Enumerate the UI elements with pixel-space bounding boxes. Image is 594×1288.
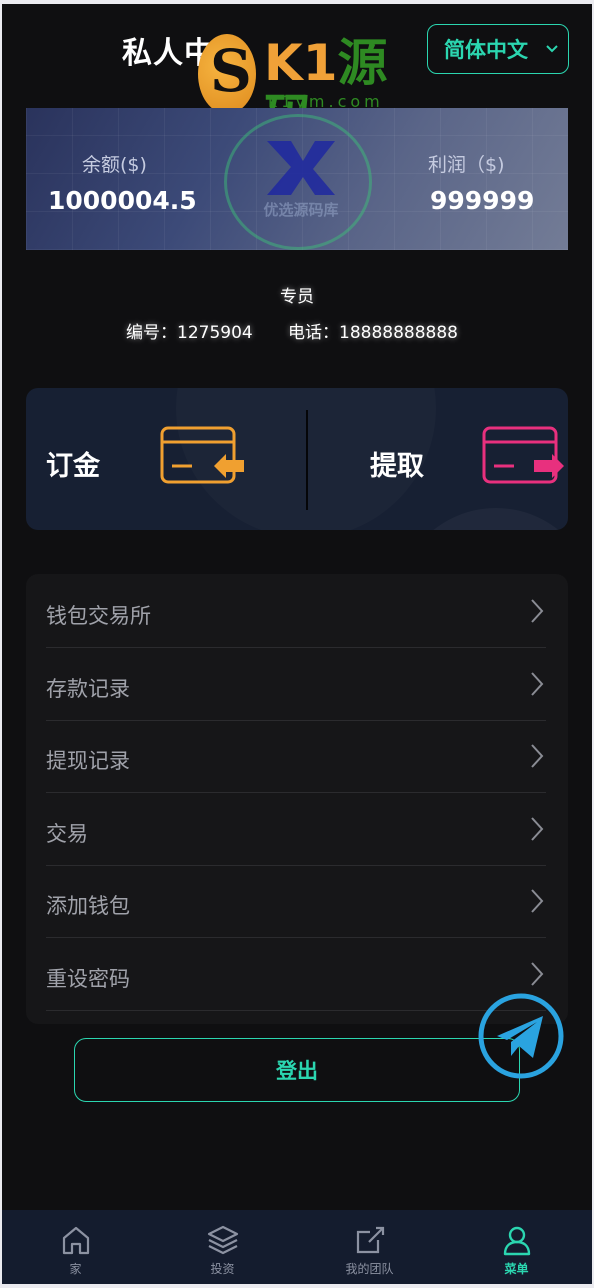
nav-item-my-team[interactable]: 我的团队 (296, 1210, 443, 1284)
chevron-right-icon (531, 672, 544, 696)
nav-label: 家 (69, 1262, 82, 1276)
withdraw-button[interactable]: 提取 (298, 388, 568, 530)
balance-banner: 优选源码库 余额($) 1000004.5 利润（$) 999999 (26, 108, 568, 250)
agent-role: 专员 (280, 287, 314, 307)
badge-logo: 优选源码库 (224, 114, 372, 250)
deposit-label: 订金 (46, 451, 100, 482)
agent-id-value: 1275904 (177, 323, 253, 343)
telegram-icon[interactable] (477, 992, 565, 1080)
app-screen: 私人中心 简体中文 S K1源码 k1ym.com 优选源码库 余额($) 10… (2, 4, 592, 1284)
agent-id-label: 编号： (126, 323, 177, 343)
share-icon (356, 1226, 384, 1254)
menu-item-label: 重设密码 (46, 967, 130, 991)
home-icon (62, 1226, 89, 1255)
action-card: 订金 提取 (26, 388, 568, 530)
menu-item-add-wallet[interactable]: 添加钱包 (46, 866, 546, 938)
deposit-button[interactable]: 订金 (26, 388, 296, 530)
logout-button[interactable]: 登出 (74, 1038, 520, 1102)
menu-item-withdraw-records[interactable]: 提现记录 (46, 721, 546, 793)
balance-value: 1000004.5 (48, 186, 197, 215)
layers-icon (207, 1225, 238, 1255)
menu-item-label: 钱包交易所 (46, 604, 151, 628)
chevron-right-icon (531, 889, 544, 913)
nav-item-home[interactable]: 家 (2, 1210, 149, 1284)
badge-text: 优选源码库 (263, 201, 339, 219)
menu-item-deposit-records[interactable]: 存款记录 (46, 649, 546, 721)
withdraw-label: 提取 (370, 451, 424, 482)
menu-item-label: 提现记录 (46, 749, 130, 773)
menu-item-trade[interactable]: 交易 (46, 794, 546, 866)
agent-phone: 电话：18888888888 (288, 318, 458, 343)
watermark-brand: K1 (264, 34, 338, 92)
nav-label: 我的团队 (345, 1262, 394, 1276)
nav-label: 投资 (210, 1262, 235, 1276)
agent-phone-label: 电话： (288, 323, 339, 343)
nav-item-invest[interactable]: 投资 (149, 1210, 296, 1284)
profit-label: 利润（$) (428, 154, 505, 176)
card-deposit-icon (160, 426, 244, 484)
chevron-right-icon (531, 599, 544, 623)
chevron-down-icon (546, 45, 558, 53)
menu-item-label: 存款记录 (46, 677, 130, 701)
menu-item-reset-password[interactable]: 重设密码 (46, 939, 546, 1011)
bottom-nav: 家 投资 我的团队 菜单 (2, 1210, 592, 1284)
x-logo-icon (267, 141, 335, 195)
balance-label: 余额($) (82, 154, 147, 176)
nav-label: 菜单 (504, 1262, 529, 1276)
card-withdraw-icon (482, 426, 564, 484)
menu-item-label: 交易 (46, 822, 88, 846)
agent-id: 编号：1275904 (126, 318, 253, 343)
user-icon (503, 1226, 530, 1256)
nav-item-menu[interactable]: 菜单 (443, 1210, 590, 1284)
language-label: 简体中文 (444, 38, 528, 62)
agent-phone-value: 18888888888 (339, 323, 458, 343)
menu-list: 钱包交易所 存款记录 提现记录 交易 添加钱包 重设密码 (26, 574, 568, 1024)
chevron-right-icon (531, 744, 544, 768)
watermark-logo: S K1源码 k1ym.com (198, 34, 408, 146)
chevron-right-icon (531, 962, 544, 986)
language-select[interactable]: 简体中文 (427, 24, 569, 74)
menu-item-label: 添加钱包 (46, 894, 130, 918)
chevron-right-icon (531, 817, 544, 841)
profit-value: 999999 (430, 186, 535, 215)
menu-item-wallet-exchange[interactable]: 钱包交易所 (46, 576, 546, 648)
